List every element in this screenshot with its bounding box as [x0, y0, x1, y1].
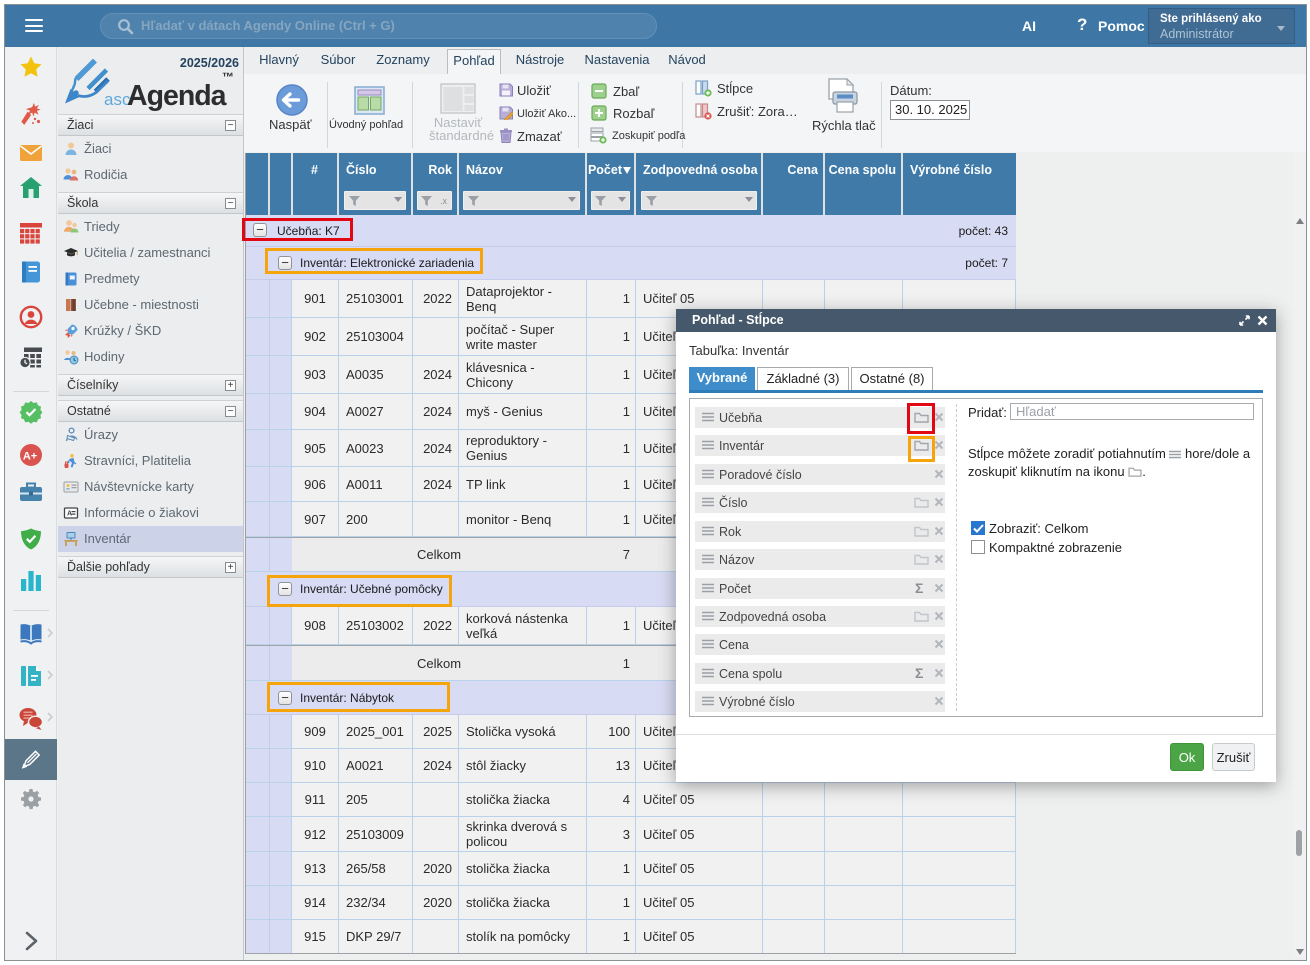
svg-text:™: ™ [222, 70, 234, 84]
svg-text:Agenda: Agenda [127, 80, 228, 112]
svg-text:A+: A+ [23, 451, 37, 463]
svg-text:A: A [67, 511, 72, 518]
